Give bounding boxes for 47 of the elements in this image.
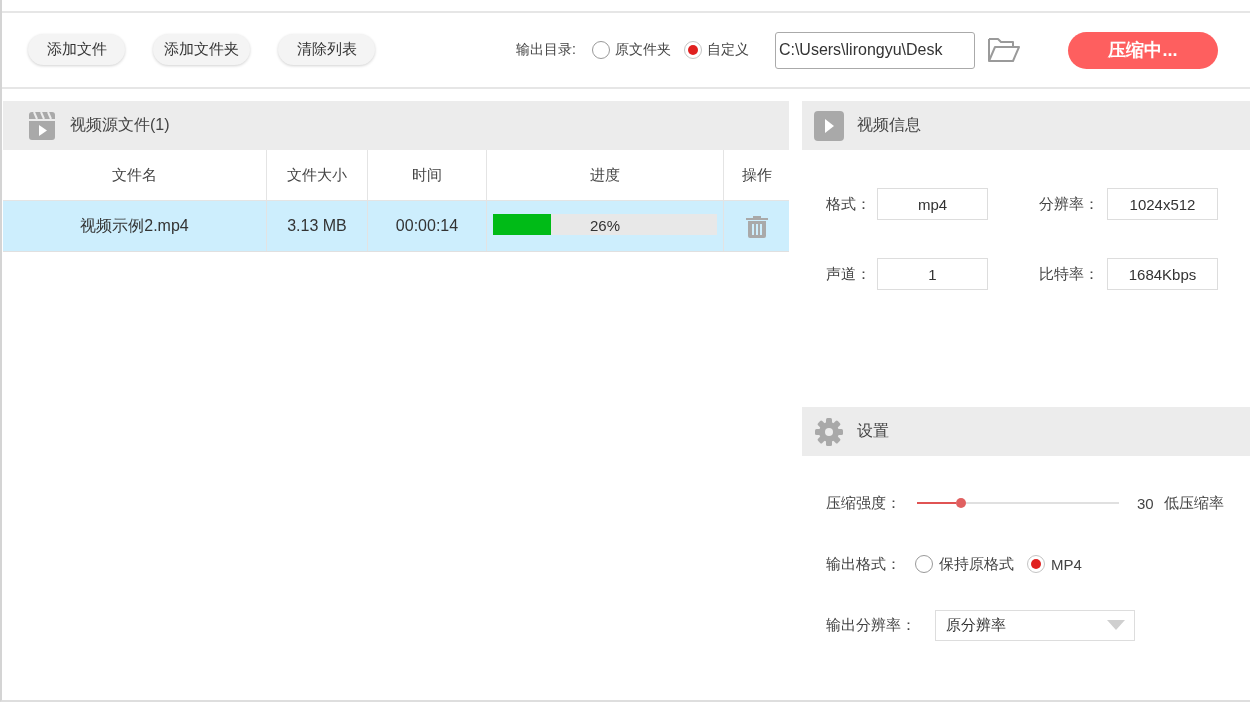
clapperboard-icon — [27, 110, 57, 141]
table-cell: 00:00:14 — [368, 201, 487, 251]
output-dir-option[interactable]: 自定义 — [683, 41, 749, 59]
progress-text: 26% — [590, 216, 620, 233]
output-format-label: 输出格式： — [826, 554, 901, 574]
value-field[interactable]: mp4 — [877, 188, 988, 220]
radio-icon[interactable] — [1027, 555, 1045, 573]
table-cell: 3.13 MB — [267, 201, 368, 251]
field-label: 声道： — [826, 264, 871, 284]
column-header: 操作 — [740, 164, 773, 185]
field-label: 格式： — [826, 194, 871, 214]
panel-title: 视频源文件(1) — [70, 115, 170, 135]
resolution-select[interactable]: 原分辨率 — [935, 609, 1135, 641]
compression-label: 压缩强度： — [826, 493, 901, 513]
toolbar-button[interactable]: 添加文件 — [28, 33, 125, 65]
output-resolution-label: 输出分辨率： — [826, 615, 916, 635]
radio-icon[interactable] — [683, 41, 702, 59]
slider-thumb[interactable] — [956, 498, 967, 508]
toolbar-button[interactable]: 添加文件夹 — [153, 33, 250, 65]
panel-title: 视频信息 — [857, 115, 921, 135]
table-row[interactable]: 视频示例2.mp4 3.13 MB 00:00:14 26% — [3, 201, 789, 252]
column-header: 文件名 — [3, 150, 267, 200]
column-header: 时间 — [368, 150, 487, 200]
value-field[interactable]: 1024x512 — [1107, 188, 1218, 220]
table-cell: 视频示例2.mp4 — [3, 201, 267, 251]
folder-icon[interactable] — [987, 38, 1020, 62]
compression-description: 低压缩率 — [1163, 493, 1224, 513]
output-dir-label: 输出目录: — [516, 41, 576, 59]
value-field[interactable]: 1 — [877, 258, 988, 290]
value-field[interactable]: 1684Kbps — [1107, 258, 1218, 290]
play-icon — [814, 110, 844, 141]
output-format-option[interactable]: MP4 — [1027, 555, 1082, 573]
field-label: 分辨率： — [1039, 194, 1099, 214]
output-format-option[interactable]: 保持原格式 — [915, 554, 1014, 574]
column-header: 文件大小 — [267, 150, 368, 200]
panel-title: 设置 — [857, 421, 889, 441]
trash-icon[interactable] — [744, 214, 769, 238]
output-dir-option[interactable]: 原文件夹 — [591, 41, 671, 59]
compression-value: 30 — [1137, 494, 1154, 512]
settings-icon — [814, 416, 844, 447]
radio-icon[interactable] — [591, 41, 610, 59]
toolbar-button[interactable]: 清除列表 — [278, 33, 375, 65]
radio-icon[interactable] — [915, 555, 933, 573]
field-label: 比特率： — [1039, 264, 1099, 284]
output-path-field[interactable]: C:\Users\lirongyu\Desk — [774, 31, 975, 69]
column-header: 进度 — [487, 150, 724, 200]
caret-icon — [1107, 620, 1125, 630]
